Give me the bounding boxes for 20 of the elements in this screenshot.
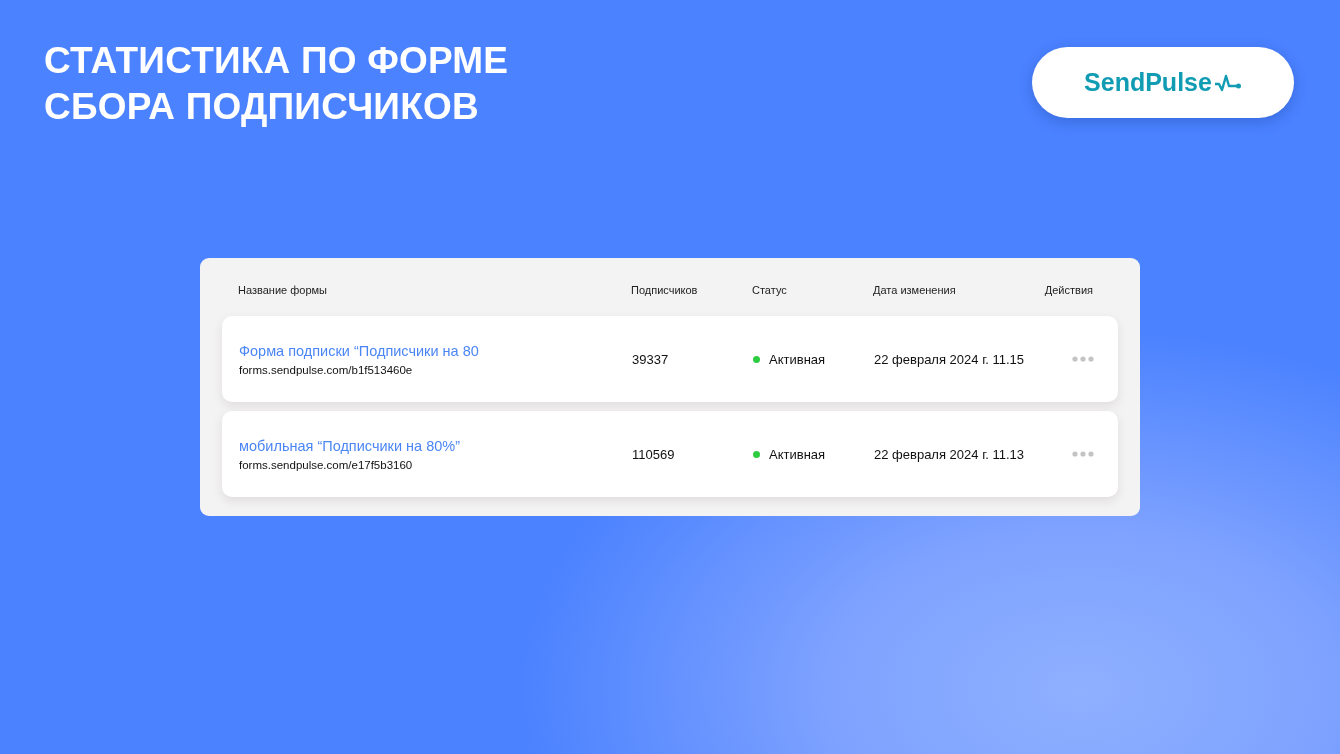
column-header: Название формы — [238, 284, 328, 296]
pulse-icon — [1213, 72, 1242, 93]
subscriber-count: 39337 — [632, 351, 670, 367]
column-header: Подписчиков — [631, 284, 699, 296]
modified-date: 22 февраля 2024 г. 11.15 — [874, 351, 1026, 367]
more-actions-button[interactable] — [1072, 356, 1094, 362]
form-name-link[interactable]: мобильная “Подписчики на 80%” — [239, 437, 632, 454]
status-text: Активная — [769, 446, 826, 462]
slide-title: СТАТИСТИКА ПО ФОРМЕ СБОРА ПОДПИСЧИКОВ — [44, 39, 509, 129]
modified-date: 22 февраля 2024 г. 11.13 — [874, 446, 1026, 462]
status-text: Активная — [769, 351, 826, 367]
more-actions-button[interactable] — [1072, 451, 1094, 457]
column-header: Дата изменения — [873, 284, 957, 296]
form-url: forms.sendpulse.com/e17f5b3160 — [239, 458, 414, 471]
subscriber-count: 110569 — [632, 446, 676, 462]
logo-text: SendPulse — [1084, 68, 1212, 97]
form-url: forms.sendpulse.com/b1f513460e — [239, 363, 414, 376]
form-name-link[interactable]: Форма подписки “Подписчики на 80 — [239, 342, 632, 359]
column-header: Статус — [752, 284, 788, 296]
column-header: Действия — [1044, 284, 1093, 296]
